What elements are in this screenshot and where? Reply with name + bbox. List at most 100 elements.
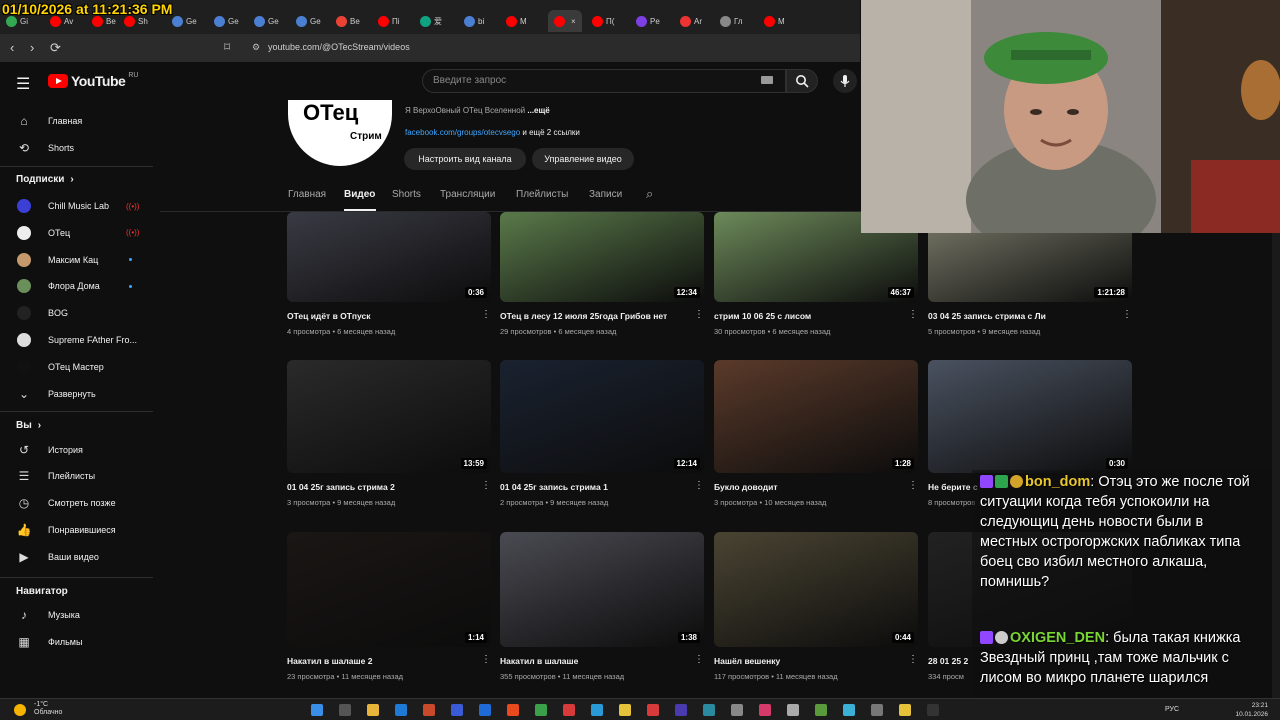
- channel-link[interactable]: facebook.com/groups/otecvsego: [405, 128, 520, 137]
- subscriptions-heading[interactable]: Подписки ›: [16, 174, 74, 185]
- sidebar-item-your-videos[interactable]: ▶ Ваши видео: [0, 544, 150, 570]
- manage-videos-button[interactable]: Управление видео: [532, 148, 634, 170]
- taskbar-app-icon[interactable]: [339, 704, 351, 716]
- sidebar-item-movies[interactable]: ▦ Фильмы: [0, 629, 150, 655]
- video-title[interactable]: стрим 10 06 25 с лисом: [714, 311, 899, 321]
- browser-tab[interactable]: ×: [548, 10, 582, 32]
- more-options-icon[interactable]: ⋮: [694, 654, 704, 665]
- browser-tab[interactable]: Ar: [680, 10, 702, 32]
- sidebar-subscription[interactable]: BOG: [0, 300, 150, 326]
- sidebar-item-music[interactable]: ♪ Музыка: [0, 602, 150, 628]
- keyboard-icon[interactable]: [761, 76, 773, 84]
- taskbar-app-icon[interactable]: [423, 704, 435, 716]
- site-info-icon[interactable]: ⚙: [252, 42, 260, 53]
- more-options-icon[interactable]: ⋮: [481, 654, 491, 665]
- sidebar-subscription[interactable]: ОТец ((•)): [0, 220, 150, 246]
- channel-tab[interactable]: Трансляции: [440, 189, 495, 200]
- channel-description[interactable]: Я ВерхоОвный ОТец Вселенной ...ещё: [405, 106, 550, 115]
- bookmark-icon[interactable]: ⌑: [224, 40, 230, 54]
- taskbar-app-icon[interactable]: [619, 704, 631, 716]
- channel-tab[interactable]: Shorts: [392, 189, 421, 200]
- menu-icon[interactable]: ☰: [16, 74, 30, 94]
- browser-tab[interactable]: Be: [336, 10, 360, 32]
- browser-tab[interactable]: bi: [464, 10, 484, 32]
- weather-widget[interactable]: -1°C Облачно: [34, 701, 62, 717]
- browser-tab[interactable]: Pe: [636, 10, 660, 32]
- channel-tab[interactable]: Плейлисты: [516, 189, 568, 200]
- video-thumbnail[interactable]: 1:28: [714, 360, 918, 473]
- back-button[interactable]: ‹: [10, 40, 14, 55]
- taskbar-app-icon[interactable]: [871, 704, 883, 716]
- sidebar-item-home[interactable]: ⌂ Главная: [0, 108, 150, 134]
- more-options-icon[interactable]: ⋮: [481, 309, 491, 320]
- video-thumbnail[interactable]: 12:34: [500, 212, 704, 302]
- video-title[interactable]: Накатил в шалаше: [500, 656, 685, 666]
- sidebar-subscription[interactable]: Chill Music Lab ((•)): [0, 193, 150, 219]
- sidebar-item-shorts[interactable]: ⟲ Shorts: [0, 135, 150, 161]
- sidebar-expand[interactable]: ⌄ Развернуть: [0, 381, 150, 407]
- channel-tab[interactable]: Записи: [589, 189, 622, 200]
- more-options-icon[interactable]: ⋮: [908, 480, 918, 491]
- video-title[interactable]: 01 04 25г запись стрима 1: [500, 482, 685, 492]
- voice-search-button[interactable]: [833, 69, 857, 93]
- input-language[interactable]: РУС: [1165, 706, 1179, 713]
- tab-close-icon[interactable]: ×: [571, 17, 576, 26]
- taskbar-app-icon[interactable]: [927, 704, 939, 716]
- taskbar-app-icon[interactable]: [815, 704, 827, 716]
- sidebar-item-liked[interactable]: 👍 Понравившиеся: [0, 517, 150, 543]
- search-input[interactable]: [433, 75, 733, 86]
- video-thumbnail[interactable]: 12:14: [500, 360, 704, 473]
- more-options-icon[interactable]: ⋮: [481, 480, 491, 491]
- sidebar-subscription[interactable]: Максим Кац: [0, 247, 150, 273]
- taskbar-app-icon[interactable]: [731, 704, 743, 716]
- sidebar-subscription[interactable]: ОТец Мастер: [0, 354, 150, 380]
- more-options-icon[interactable]: ⋮: [694, 480, 704, 491]
- video-thumbnail[interactable]: 0:36: [287, 212, 491, 302]
- you-heading[interactable]: Вы ›: [16, 420, 41, 431]
- sidebar-subscription[interactable]: Флора Дома: [0, 273, 150, 299]
- taskbar-app-icon[interactable]: [479, 704, 491, 716]
- more-options-icon[interactable]: ⋮: [1122, 309, 1132, 320]
- browser-tab[interactable]: M: [506, 10, 527, 32]
- video-thumbnail[interactable]: 1:14: [287, 532, 491, 647]
- channel-links-more[interactable]: и ещё 2 ссылки: [520, 128, 579, 137]
- weather-icon[interactable]: [14, 704, 26, 716]
- browser-tab[interactable]: П(: [592, 10, 614, 32]
- video-title[interactable]: ОТец в лесу 12 июля 25года Грибов нет: [500, 311, 685, 321]
- sidebar-subscription[interactable]: Supreme FAther Fro...: [0, 327, 150, 353]
- more-options-icon[interactable]: ⋮: [908, 654, 918, 665]
- more-options-icon[interactable]: ⋮: [908, 309, 918, 320]
- video-thumbnail[interactable]: 0:44: [714, 532, 918, 647]
- taskbar-app-icon[interactable]: [843, 704, 855, 716]
- page-scrollbar[interactable]: [1272, 233, 1280, 698]
- taskbar-app-icon[interactable]: [395, 704, 407, 716]
- taskbar-app-icon[interactable]: [535, 704, 547, 716]
- forward-button[interactable]: ›: [30, 40, 34, 55]
- taskbar-app-icon[interactable]: [451, 704, 463, 716]
- taskbar-app-icon[interactable]: [703, 704, 715, 716]
- browser-tab[interactable]: Пi: [378, 10, 400, 32]
- taskbar-app-icon[interactable]: [563, 704, 575, 716]
- sidebar-item-playlists[interactable]: ☰ Плейлисты: [0, 463, 150, 489]
- taskbar-app-icon[interactable]: [507, 704, 519, 716]
- video-thumbnail[interactable]: 13:59: [287, 360, 491, 473]
- more-options-icon[interactable]: ⋮: [694, 309, 704, 320]
- video-title[interactable]: Букло доводит: [714, 482, 899, 492]
- video-title[interactable]: Нашёл вешенку: [714, 656, 899, 666]
- video-title[interactable]: 03 04 25 запись стрима с Ли: [928, 311, 1113, 321]
- reload-button[interactable]: ⟳: [50, 40, 61, 56]
- channel-description-more[interactable]: ...ещё: [527, 106, 549, 115]
- browser-tab[interactable]: 爱: [420, 10, 442, 32]
- taskbar-app-icon[interactable]: [787, 704, 799, 716]
- clock[interactable]: 23:21 10.01.2026: [1228, 701, 1268, 719]
- taskbar-app-icon[interactable]: [311, 704, 323, 716]
- search-button[interactable]: [786, 69, 818, 93]
- taskbar-app-icon[interactable]: [899, 704, 911, 716]
- url-field[interactable]: youtube.com/@OTecStream/videos: [268, 42, 410, 52]
- channel-search-icon[interactable]: ⌕: [646, 186, 653, 202]
- video-title[interactable]: Накатил в шалаше 2: [287, 656, 472, 666]
- video-thumbnail[interactable]: 0:30: [928, 360, 1132, 473]
- browser-tab[interactable]: Ge: [296, 10, 321, 32]
- channel-tab[interactable]: Видео: [344, 189, 375, 200]
- taskbar-app-icon[interactable]: [675, 704, 687, 716]
